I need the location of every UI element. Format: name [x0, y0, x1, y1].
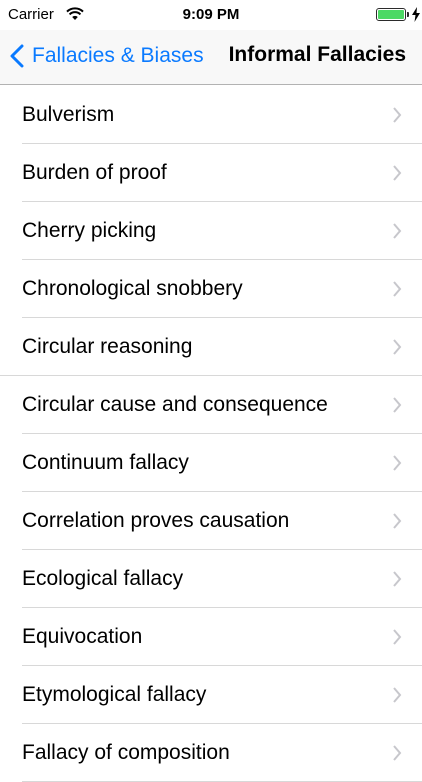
chevron-right-icon: [393, 223, 402, 239]
list-item-label: Chronological snobbery: [22, 277, 243, 300]
list-item-label: Circular reasoning: [22, 335, 193, 358]
list-item-label: Continuum fallacy: [22, 451, 189, 474]
battery-cap: [407, 12, 409, 17]
back-button[interactable]: Fallacies & Biases: [10, 40, 204, 72]
list-item[interactable]: Etymological fallacy: [0, 666, 422, 724]
chevron-right-icon: [393, 745, 402, 761]
list-item[interactable]: Bulverism: [0, 86, 422, 144]
list-item[interactable]: Correlation proves causation: [0, 492, 422, 550]
list-item[interactable]: Cherry picking: [0, 202, 422, 260]
chevron-right-icon: [393, 397, 402, 413]
list-item-label: Fallacy of composition: [22, 741, 230, 764]
chevron-left-icon: [10, 44, 24, 68]
chevron-right-icon: [393, 107, 402, 123]
navigation-bar: Fallacies & Biases Informal Fallacies: [0, 30, 422, 85]
back-button-label: Fallacies & Biases: [32, 44, 204, 67]
list-item[interactable]: Equivocation: [0, 608, 422, 666]
list-item-label: Cherry picking: [22, 219, 157, 242]
list-item-label: Correlation proves causation: [22, 509, 290, 532]
chevron-right-icon: [393, 281, 402, 297]
list-item-label: Bulverism: [22, 103, 115, 126]
list-item[interactable]: Chronological snobbery: [0, 260, 422, 318]
chevron-right-icon: [393, 571, 402, 587]
status-bar: Carrier 9:09 PM: [0, 0, 422, 30]
list-item-label: Ecological fallacy: [22, 567, 184, 590]
list-item[interactable]: Fallacy of composition: [0, 724, 422, 782]
page-title: Informal Fallacies: [228, 43, 406, 66]
chevron-right-icon: [393, 339, 402, 355]
list-item-label: Circular cause and consequence: [22, 393, 328, 416]
list-item-label: Burden of proof: [22, 161, 167, 184]
charging-bolt-icon: [412, 7, 420, 22]
chevron-right-icon: [393, 165, 402, 181]
chevron-right-icon: [393, 687, 402, 703]
chevron-right-icon: [393, 629, 402, 645]
list-item[interactable]: Circular cause and consequence: [0, 376, 422, 434]
list-item[interactable]: Burden of proof: [0, 144, 422, 202]
list-item-label: Etymological fallacy: [22, 683, 207, 706]
list-item[interactable]: Ecological fallacy: [0, 550, 422, 608]
chevron-right-icon: [393, 513, 402, 529]
chevron-right-icon: [393, 455, 402, 471]
status-time: 9:09 PM: [182, 6, 240, 23]
list-item[interactable]: Continuum fallacy: [0, 434, 422, 492]
list-item[interactable]: Circular reasoning: [0, 318, 422, 376]
list-item-label: Equivocation: [22, 625, 143, 648]
fallacy-list: Bulverism Burden of proof Cherry picking…: [0, 86, 422, 782]
battery-icon: [376, 8, 406, 21]
